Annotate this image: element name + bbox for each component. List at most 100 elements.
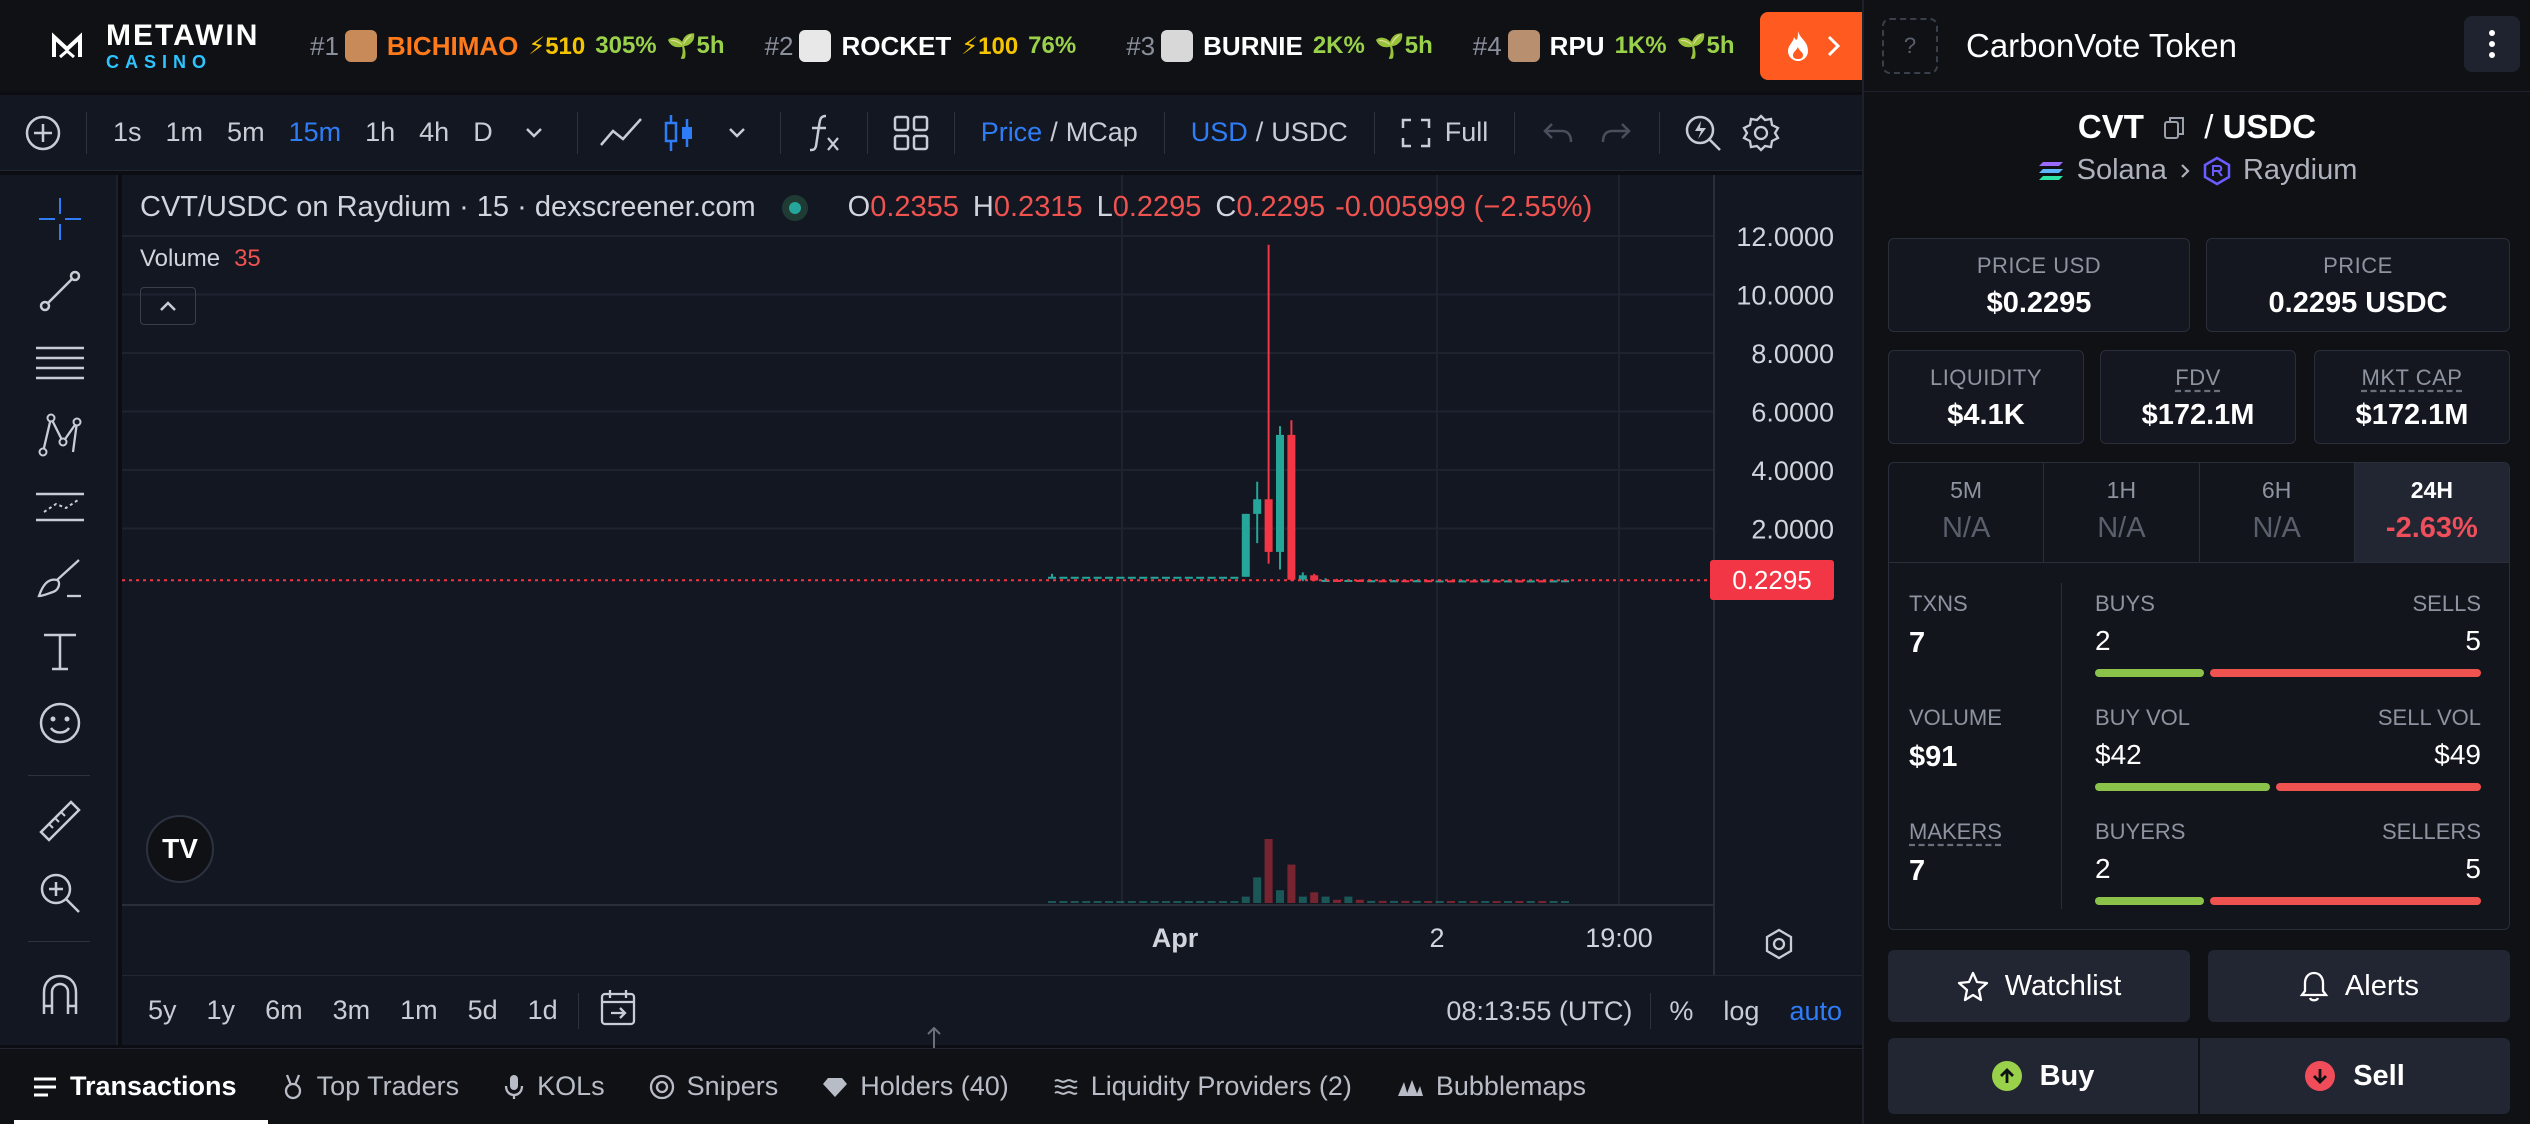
interval-5m[interactable]: 5m (215, 117, 277, 148)
goto-date-button[interactable] (599, 988, 639, 1033)
measure-tool[interactable] (30, 791, 90, 851)
copy-icon[interactable] (2163, 116, 2185, 140)
trending-rank: #3 (1126, 30, 1156, 61)
trending-item[interactable]: #3 BURNIE 2K% 🌱 5h (1126, 30, 1433, 62)
volume-bar (1196, 901, 1205, 903)
trending-item[interactable]: #1 BICHIMAO ⚡510 305% 🌱 5h (310, 30, 725, 62)
brush-tool[interactable] (30, 549, 90, 609)
legend-collapse-button[interactable] (140, 287, 196, 325)
zoom-in-tool[interactable] (30, 863, 90, 923)
fullscreen-button[interactable]: Full (1389, 117, 1501, 148)
fib-retracement-tool[interactable] (30, 333, 90, 393)
tab-transactions[interactable]: Transactions (32, 1071, 237, 1102)
boost-badge: ⚡510 (528, 32, 586, 60)
text-tool[interactable] (30, 621, 90, 681)
period-tab-24h[interactable]: 24H -2.63% (2354, 463, 2509, 562)
utc-clock[interactable]: 08:13:55 (UTC) (1446, 996, 1632, 1027)
fire-icon (1788, 31, 1808, 61)
chain-name[interactable]: Solana (2077, 154, 2167, 187)
trend-line-tool[interactable] (30, 261, 90, 321)
zoom-in-icon (40, 873, 80, 913)
line-chart-button[interactable] (598, 110, 644, 156)
buy-button[interactable]: Buy (1888, 1038, 2200, 1114)
dex-name[interactable]: Raydium (2243, 154, 2357, 187)
range-5d[interactable]: 5d (468, 995, 498, 1026)
interval-1m[interactable]: 1m (154, 117, 216, 148)
token-menu-button[interactable] (2464, 16, 2520, 72)
range-3m[interactable]: 3m (333, 995, 371, 1026)
tab-kols[interactable]: KOLs (503, 1071, 605, 1102)
hexagon-gear-icon (1765, 928, 1793, 960)
indicators-button[interactable] (801, 110, 847, 156)
period-tab-6h[interactable]: 6H N/A (2200, 463, 2355, 562)
usd-option[interactable]: USD (1191, 117, 1248, 148)
undo-button[interactable] (1535, 110, 1581, 156)
price-chart[interactable]: 12.0000 10.0000 8.0000 6.0000 4.0000 2.0000 Ap… (122, 175, 1862, 1045)
redo-button[interactable] (1593, 110, 1639, 156)
chart-canvas[interactable]: 12.0000 10.0000 8.0000 6.0000 4.0000 2.0000 Ap… (122, 175, 1862, 975)
calendar-arrow-icon (600, 990, 635, 1026)
percent-scale-toggle[interactable]: % (1669, 996, 1693, 1027)
period-tab-5m[interactable]: 5M N/A (1889, 463, 2045, 562)
crosshair-tool[interactable] (30, 189, 90, 249)
forecast-tool[interactable] (30, 477, 90, 537)
volume-bar (1105, 901, 1113, 903)
sell-button[interactable]: Sell (2200, 1038, 2510, 1114)
volume-bar (1355, 899, 1364, 903)
mcap-option[interactable]: MCap (1066, 117, 1138, 148)
chart-type-dropdown[interactable] (714, 110, 760, 156)
interval-1s[interactable]: 1s (101, 117, 154, 148)
chart-settings-button[interactable] (1738, 110, 1784, 156)
trending-rank: #1 (310, 30, 339, 61)
watchlist-button[interactable]: Watchlist (1888, 950, 2190, 1022)
tab-bubblemaps[interactable]: Bubblemaps (1396, 1071, 1586, 1102)
tab-top-traders[interactable]: Top Traders (281, 1071, 459, 1102)
tab-holders-40[interactable]: Holders (40) (822, 1071, 1009, 1102)
interval-4h[interactable]: 4h (407, 117, 461, 148)
arrow-up-circle-icon (1991, 1061, 2022, 1091)
tab-snipers[interactable]: Snipers (649, 1071, 778, 1102)
price-quote-card: PRICE 0.2295 USDC (2206, 238, 2510, 332)
tab-liquidity-providers-2[interactable]: Liquidity Providers (2) (1053, 1071, 1352, 1102)
token-avatar-placeholder[interactable]: ? (1882, 17, 1938, 74)
interval-D[interactable]: D (461, 117, 505, 148)
range-1m[interactable]: 1m (400, 995, 438, 1026)
interval-15m[interactable]: 15m (277, 117, 354, 148)
trending-item[interactable]: #2 ROCKET ⚡100 76% (765, 30, 1087, 62)
market-cap-card[interactable]: MKT CAP $172.1M (2314, 350, 2510, 444)
price-mcap-toggle[interactable]: Price / MCap (969, 117, 1150, 148)
layouts-button[interactable] (888, 110, 934, 156)
tradingview-logo[interactable]: TV (146, 815, 214, 883)
range-1y[interactable]: 1y (207, 995, 236, 1026)
range-6m[interactable]: 6m (265, 995, 303, 1026)
quick-search-button[interactable] (1680, 110, 1726, 156)
sell-volume-value: $49 (2434, 739, 2481, 770)
range-1d[interactable]: 1d (528, 995, 558, 1026)
interval-dropdown[interactable] (511, 110, 557, 156)
currency-toggle[interactable]: USD / USDC (1179, 117, 1360, 148)
price-option[interactable]: Price (981, 117, 1043, 148)
trending-change: 2K% (1312, 32, 1365, 59)
range-5y[interactable]: 5y (148, 995, 177, 1026)
trending-more-button[interactable] (1760, 12, 1864, 80)
interval-1h[interactable]: 1h (353, 117, 407, 148)
undo-icon (1543, 122, 1573, 142)
candle-chart-button[interactable] (656, 110, 702, 156)
trending-item[interactable]: #4 RPU 1K% 🌱 5h (1473, 30, 1735, 62)
period-tab-1h[interactable]: 1H N/A (2044, 463, 2200, 562)
emoji-tool[interactable] (30, 693, 90, 753)
volume-bar (1458, 901, 1467, 903)
auto-scale-toggle[interactable]: auto (1789, 996, 1842, 1027)
usdc-option[interactable]: USDC (1271, 117, 1348, 148)
trending-rank: #4 (1472, 30, 1502, 61)
magnet-tool[interactable] (30, 965, 90, 1025)
pattern-tool[interactable] (30, 405, 90, 465)
alerts-button[interactable]: Alerts (2208, 950, 2510, 1022)
log-scale-toggle[interactable]: log (1723, 996, 1759, 1027)
fdv-card[interactable]: FDV $172.1M (2100, 350, 2296, 444)
add-symbol-button[interactable] (20, 110, 66, 156)
market-cap-value: $172.1M (2355, 399, 2469, 431)
metawin-logo[interactable]: METAWIN CASINO (0, 21, 310, 71)
base-symbol: CVT (2077, 108, 2144, 145)
axis-settings-button[interactable] (1762, 927, 1796, 966)
